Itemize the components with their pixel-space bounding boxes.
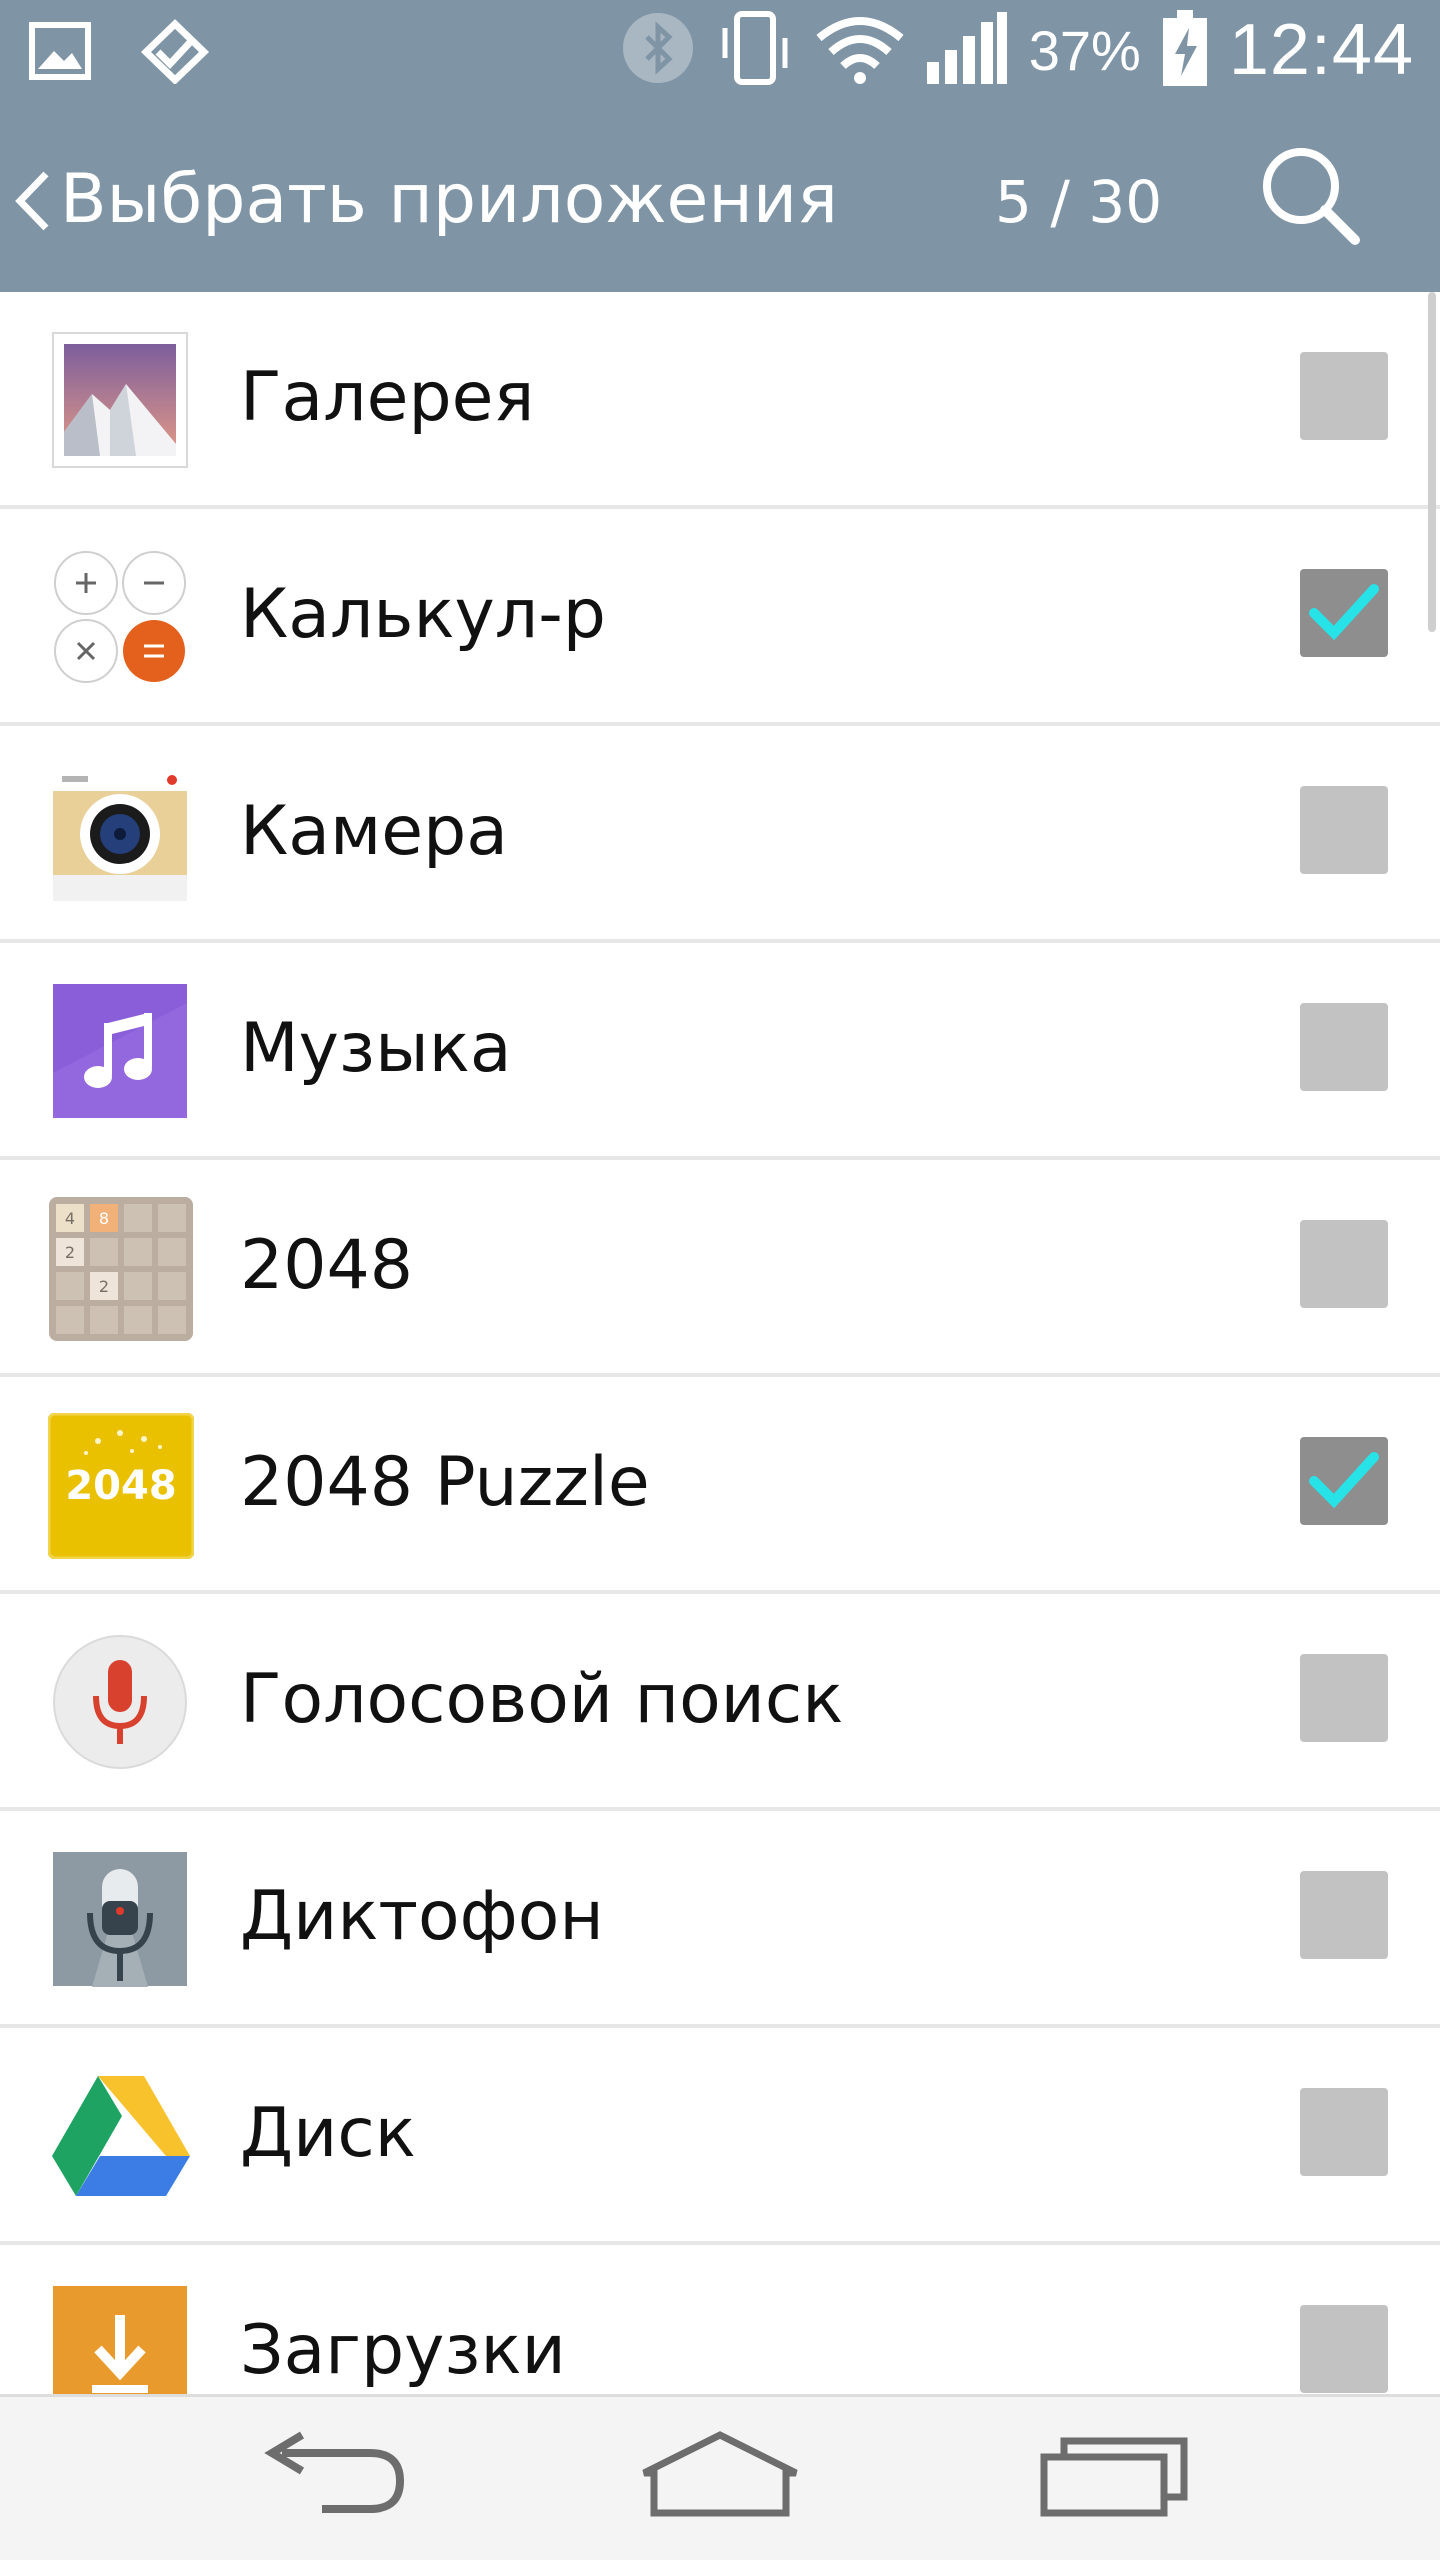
clock: 12:44 <box>1228 10 1414 90</box>
recent-apps-icon[interactable] <box>1036 2427 1196 2527</box>
puzzle-2048-icon: 2048 <box>47 1412 195 1560</box>
app-checkbox[interactable] <box>1300 1220 1388 1308</box>
app-checkbox[interactable] <box>1300 352 1388 440</box>
chevron-left-icon[interactable] <box>8 166 68 236</box>
voice-recorder-icon <box>52 1851 188 1987</box>
list-item[interactable]: Загрузки <box>0 2245 1440 2394</box>
selection-count: 5 / 30 <box>995 168 1163 236</box>
app-bar: Выбрать приложения 5 / 30 <box>0 100 1440 292</box>
app-label: Голосовой поиск <box>240 1660 844 1739</box>
signal-icon <box>925 10 1009 91</box>
list-item[interactable]: 4 8 2 2 2048 <box>0 1160 1440 1377</box>
game-2048-icon: 4 8 2 2 <box>48 1196 194 1342</box>
checkmark-icon <box>1309 1452 1379 1509</box>
status-bar: 37% 12:44 <box>0 0 1440 100</box>
tile-2: 2 <box>65 1243 75 1262</box>
list-item[interactable]: Диск <box>0 2028 1440 2245</box>
app-checkbox[interactable] <box>1300 1003 1388 1091</box>
list-item[interactable]: Диктофон <box>0 1811 1440 2028</box>
wifi-icon <box>815 12 905 89</box>
list-item[interactable]: Голосовой поиск <box>0 1594 1440 1811</box>
drive-icon <box>48 2064 194 2210</box>
checkmark-icon <box>1309 584 1379 641</box>
app-checkbox[interactable] <box>1300 2305 1388 2393</box>
home-icon[interactable] <box>640 2427 800 2527</box>
app-label: Галерея <box>240 358 535 437</box>
voice-search-icon <box>52 1634 188 1770</box>
back-arrow-icon[interactable] <box>252 2427 412 2527</box>
battery-percent: 37% <box>1028 18 1141 82</box>
list-item[interactable]: Калькул-р <box>0 509 1440 726</box>
app-label: Калькул-р <box>240 575 606 654</box>
downloads-icon <box>52 2285 188 2394</box>
scrollbar[interactable] <box>1428 292 1436 632</box>
app-label: Музыка <box>240 1009 512 1088</box>
bluetooth-icon <box>621 11 695 90</box>
list-item[interactable]: Музыка <box>0 943 1440 1160</box>
app-checkbox[interactable] <box>1300 1871 1388 1959</box>
task-check-icon <box>140 18 210 89</box>
app-label: Загрузки <box>240 2311 566 2390</box>
app-checkbox[interactable] <box>1300 786 1388 874</box>
tile-2: 2 <box>99 1277 109 1296</box>
gallery-icon <box>52 332 188 468</box>
vibrate-icon <box>715 8 795 93</box>
puzzle-logo-text: 2048 <box>65 1463 176 1509</box>
app-checkbox[interactable] <box>1300 1437 1388 1525</box>
app-label: Диктофон <box>240 1877 604 1956</box>
app-label: Диск <box>240 2094 416 2173</box>
navigation-bar <box>0 2394 1440 2560</box>
app-checkbox[interactable] <box>1300 1654 1388 1742</box>
list-item[interactable]: 2048 2048 Puzzle <box>0 1377 1440 1594</box>
tile-8: 8 <box>99 1209 109 1228</box>
app-label: 2048 <box>240 1226 414 1305</box>
search-icon[interactable] <box>1255 140 1365 250</box>
image-icon <box>28 19 92 88</box>
music-icon <box>52 983 188 1119</box>
battery-icon <box>1161 8 1209 93</box>
camera-icon <box>52 766 188 902</box>
page-title: Выбрать приложения <box>60 160 838 239</box>
app-label: 2048 Puzzle <box>240 1443 650 1522</box>
list-item[interactable]: Галерея <box>0 292 1440 509</box>
calculator-icon <box>52 549 188 685</box>
app-list: Галерея Калькул-р Камера Музыка 4 8 2 2 … <box>0 292 1440 2394</box>
tile-4: 4 <box>65 1209 75 1228</box>
list-item[interactable]: Камера <box>0 726 1440 943</box>
app-checkbox[interactable] <box>1300 569 1388 657</box>
app-checkbox[interactable] <box>1300 2088 1388 2176</box>
app-label: Камера <box>240 792 508 871</box>
